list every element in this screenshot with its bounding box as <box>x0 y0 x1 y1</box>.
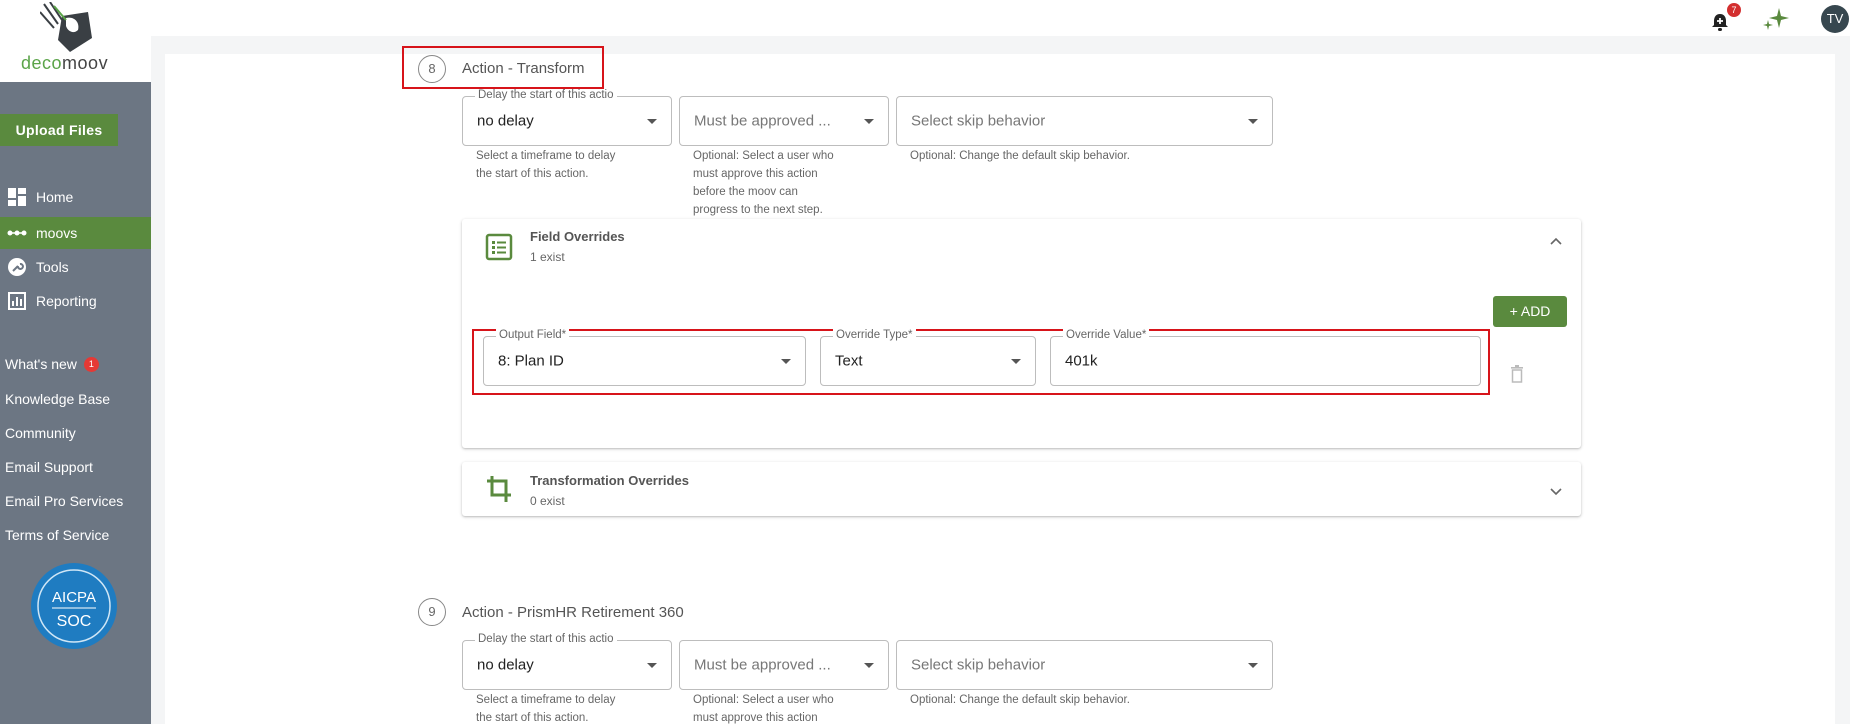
override-type-select[interactable]: Override Type* Text <box>820 329 1036 386</box>
step9-delay-select[interactable]: Delay the start of this actio no delay <box>462 633 672 690</box>
override-type-value: Text <box>835 352 863 370</box>
user-avatar[interactable]: TV <box>1821 5 1849 33</box>
step9-number: 9 <box>418 598 446 626</box>
skip-placeholder: Select skip behavior <box>911 656 1046 674</box>
trash-icon[interactable] <box>1510 365 1524 383</box>
step8-number: 8 <box>418 55 446 83</box>
sidebar-item-label: Home <box>36 189 74 205</box>
top-bar <box>151 0 1850 36</box>
output-field-value: 8: Plan ID <box>498 352 564 370</box>
sidebar: decomoov Upload Files Home moovs Tools R… <box>0 0 151 724</box>
sidebar-item-moovs[interactable]: moovs <box>0 217 151 249</box>
knowledge-base-link[interactable]: Knowledge Base <box>5 391 110 407</box>
skip-helper: Optional: Change the default skip behavi… <box>910 694 1130 706</box>
sidebar-item-tools[interactable]: Tools <box>0 251 151 283</box>
transformation-overrides-count: 0 exist <box>530 494 565 508</box>
override-type-legend: Override Type* <box>833 329 916 341</box>
link-label: What's new <box>5 356 77 372</box>
step9-skip-select[interactable]: Select skip behavior <box>896 640 1273 690</box>
sidebar-item-home[interactable]: Home <box>0 181 151 213</box>
whats-new-link[interactable]: What's new 1 <box>5 356 99 372</box>
upload-files-button[interactable]: Upload Files <box>0 114 118 146</box>
override-value-input[interactable]: Override Value* 401k <box>1050 329 1481 386</box>
logo[interactable]: decomoov <box>0 0 151 82</box>
soc-line2: SOC <box>57 613 92 630</box>
step9-title: Action - PrismHR Retirement 360 <box>462 604 684 621</box>
output-field-legend: Output Field* <box>496 329 570 341</box>
chevron-down-icon <box>1011 359 1021 364</box>
whats-new-badge: 1 <box>83 356 99 372</box>
chevron-down-icon <box>864 663 874 668</box>
delay-helper: Select a timeframe to delay the start of … <box>476 150 616 180</box>
step8-approver-select[interactable]: Must be approved ... <box>679 96 889 146</box>
approver-placeholder: Must be approved ... <box>694 112 831 130</box>
chevron-down-icon <box>1248 663 1258 668</box>
step8-title: Action - Transform <box>462 60 585 77</box>
soc-line1: AICPA <box>52 589 96 606</box>
dashboard-icon <box>7 187 27 207</box>
decomoov-logo-icon <box>40 2 92 52</box>
sidebar-item-label: moovs <box>36 225 78 241</box>
sparkle-ai-icon[interactable] <box>1761 6 1791 32</box>
community-link[interactable]: Community <box>5 425 76 441</box>
chevron-down-icon <box>647 663 657 668</box>
override-value-text: 401k <box>1065 352 1098 370</box>
step8-delay-select[interactable]: Delay the start of this actio no delay <box>462 89 672 146</box>
step8-skip-select[interactable]: Select skip behavior <box>896 96 1273 146</box>
moovs-icon <box>7 223 27 243</box>
chevron-down-icon <box>1248 119 1258 124</box>
delay-value: no delay <box>477 112 534 130</box>
wrench-icon <box>7 257 27 277</box>
sidebar-item-reporting[interactable]: Reporting <box>0 285 151 317</box>
approver-helper: Optional: Select a user who must approve … <box>693 694 834 724</box>
sidebar-item-label: Tools <box>36 259 69 275</box>
crop-icon <box>487 476 511 502</box>
terms-of-service-link[interactable]: Terms of Service <box>5 527 109 543</box>
add-override-button[interactable]: + ADD <box>1493 296 1567 327</box>
list-icon <box>485 233 513 261</box>
notification-bell-icon[interactable] <box>1710 12 1730 32</box>
email-support-link[interactable]: Email Support <box>5 459 93 475</box>
field-overrides-title: Field Overrides <box>530 229 625 244</box>
transformation-overrides-title: Transformation Overrides <box>530 473 689 488</box>
delay-value: no delay <box>477 656 534 674</box>
field-overrides-count: 1 exist <box>530 250 565 264</box>
notification-count-badge: 7 <box>1727 3 1741 17</box>
sidebar-item-label: Reporting <box>36 293 97 309</box>
output-field-select[interactable]: Output Field* 8: Plan ID <box>483 329 806 386</box>
step9-approver-select[interactable]: Must be approved ... <box>679 640 889 690</box>
skip-placeholder: Select skip behavior <box>911 112 1046 130</box>
chevron-down-icon[interactable] <box>1549 487 1563 497</box>
override-value-legend: Override Value* <box>1063 329 1150 341</box>
transformation-overrides-card[interactable] <box>462 462 1581 516</box>
email-pro-services-link[interactable]: Email Pro Services <box>5 493 123 509</box>
delay-legend: Delay the start of this actio <box>475 89 617 101</box>
aicpa-soc-badge-icon: AICPA SOC <box>31 563 117 649</box>
delay-legend: Delay the start of this actio <box>475 633 617 645</box>
delay-helper: Select a timeframe to delay the start of … <box>476 694 616 724</box>
report-icon <box>7 291 27 311</box>
chevron-down-icon <box>864 119 874 124</box>
logo-text: decomoov <box>21 53 109 73</box>
skip-helper: Optional: Change the default skip behavi… <box>910 150 1130 162</box>
chevron-up-icon[interactable] <box>1549 236 1563 246</box>
approver-placeholder: Must be approved ... <box>694 656 831 674</box>
chevron-down-icon <box>781 359 791 364</box>
approver-helper: Optional: Select a user who must approve … <box>693 150 834 216</box>
chevron-down-icon <box>647 119 657 124</box>
